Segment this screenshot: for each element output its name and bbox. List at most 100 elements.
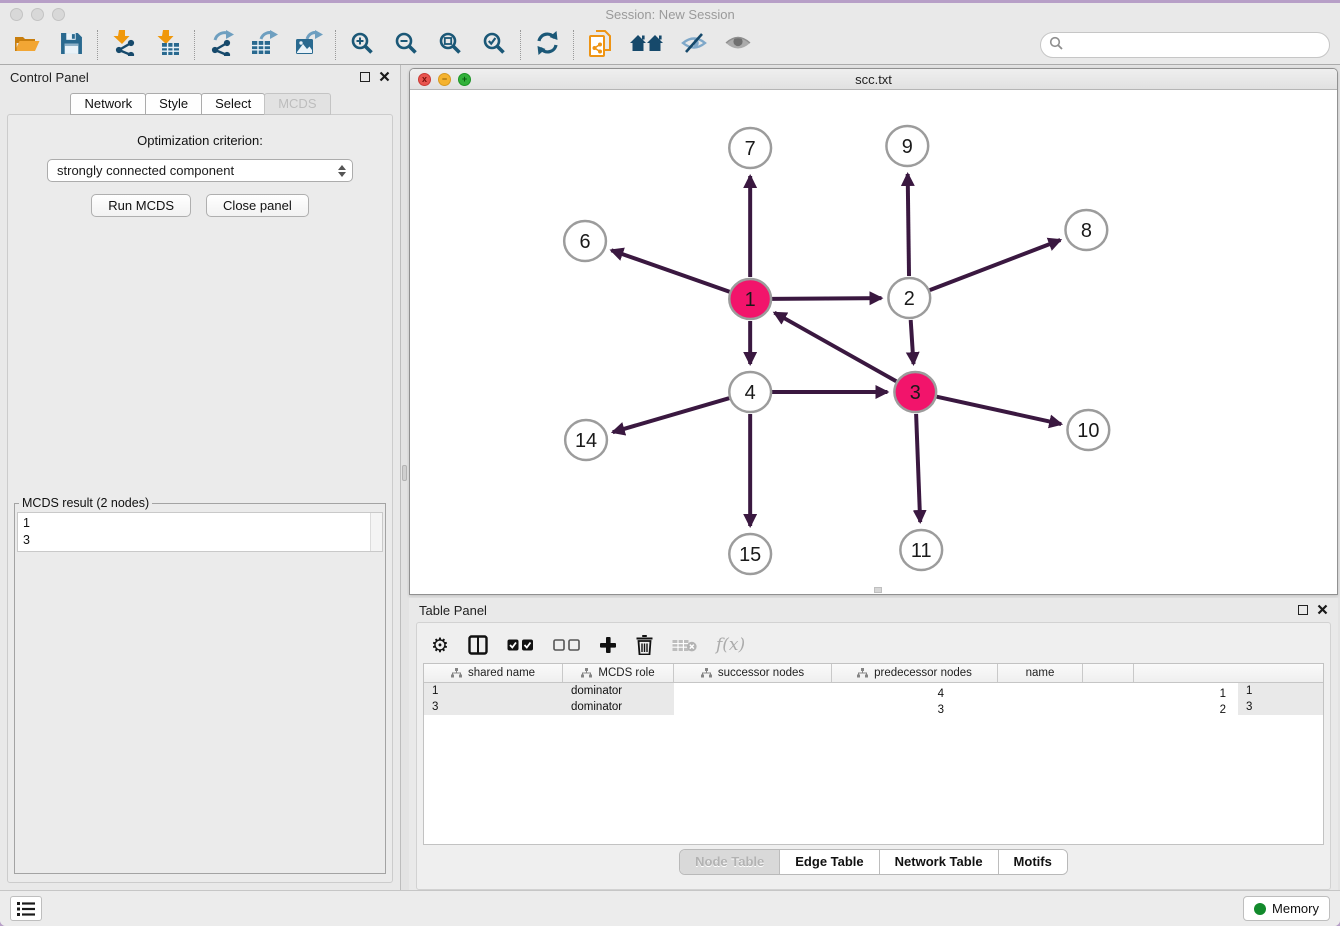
column-header-predecessor-nodes[interactable]: predecessor nodes — [832, 664, 998, 682]
column-header-name[interactable]: name — [998, 664, 1083, 682]
graph-edge-3-11[interactable] — [916, 414, 920, 522]
function-builder-button[interactable]: f(x) — [716, 635, 745, 655]
search-box[interactable] — [1040, 32, 1330, 58]
export-network-icon — [208, 30, 235, 59]
task-history-button[interactable] — [10, 896, 42, 921]
zoom-out-icon — [394, 31, 418, 58]
memory-status-icon — [1254, 903, 1266, 915]
node-table-header: shared name MCDS role successor nodes — [424, 664, 1323, 683]
hide-selected-button[interactable] — [677, 29, 711, 61]
select-all-checkboxes-button[interactable] — [507, 639, 534, 651]
graph-edge-1-2[interactable] — [772, 298, 881, 299]
toggle-panes-button[interactable] — [468, 635, 488, 655]
list-icon — [17, 902, 35, 916]
node-table: shared name MCDS role successor nodes — [423, 663, 1324, 845]
result-scrollbar[interactable] — [370, 513, 382, 551]
float-panel-icon[interactable] — [1298, 605, 1308, 615]
mcds-tab-panel: Optimization criterion: strongly connect… — [7, 114, 393, 883]
tab-network-table[interactable]: Network Table — [880, 850, 999, 874]
column-header-successor-nodes[interactable]: successor nodes — [674, 664, 832, 682]
graph-node-label: 10 — [1077, 420, 1099, 442]
show-all-button[interactable] — [721, 29, 755, 61]
save-floppy-icon — [60, 32, 83, 58]
graph-node-label: 6 — [580, 231, 591, 253]
export-image-button[interactable] — [292, 29, 326, 61]
table-row[interactable]: 1 dominator 4 1 1 — [424, 683, 1323, 699]
graph-edge-3-10[interactable] — [937, 397, 1061, 424]
graph-node-label: 7 — [745, 138, 756, 160]
zoom-fit-button[interactable] — [433, 29, 467, 61]
network-window-title: scc.txt — [410, 72, 1337, 87]
divider-grip[interactable] — [402, 465, 407, 481]
memory-label: Memory — [1272, 901, 1319, 916]
tab-style[interactable]: Style — [145, 93, 202, 115]
control-panel-header: Control Panel — [0, 65, 400, 89]
canvas-scroll-grip[interactable] — [874, 587, 882, 593]
mcds-result-title: MCDS result (2 nodes) — [19, 496, 152, 510]
import-network-icon — [111, 30, 137, 59]
import-table-icon — [155, 30, 181, 59]
open-session-button[interactable] — [10, 29, 44, 61]
zoom-in-button[interactable] — [345, 29, 379, 61]
zoom-selected-icon — [482, 31, 506, 58]
zoom-out-button[interactable] — [389, 29, 423, 61]
export-table-button[interactable] — [248, 29, 282, 61]
memory-button[interactable]: Memory — [1243, 896, 1330, 921]
shared-column-icon — [451, 668, 462, 678]
graph-edge-2-3[interactable] — [911, 320, 914, 364]
mcds-result-list: 1 3 — [18, 513, 370, 551]
graph-node-label: 15 — [739, 544, 761, 566]
panel-divider[interactable] — [400, 65, 407, 890]
import-table-button[interactable] — [151, 29, 185, 61]
toolbar-separator — [97, 30, 98, 60]
copy-network-button[interactable] — [583, 29, 617, 61]
add-column-button[interactable] — [599, 636, 617, 654]
cell-name: 1 — [1238, 683, 1323, 699]
refresh-view-button[interactable] — [530, 29, 564, 61]
graph-node-label: 11 — [911, 540, 932, 562]
column-header-mcds-role[interactable]: MCDS role — [563, 664, 674, 682]
close-panel-button[interactable]: Close panel — [206, 194, 309, 217]
close-panel-icon[interactable] — [379, 70, 390, 85]
control-panel-tabs: Network Style Select MCDS — [0, 93, 400, 115]
tab-motifs[interactable]: Motifs — [999, 850, 1067, 874]
graph-edge-2-9[interactable] — [908, 174, 909, 276]
tab-select[interactable]: Select — [201, 93, 265, 115]
tab-network[interactable]: Network — [70, 93, 146, 115]
network-canvas[interactable]: 1234678910111415 — [410, 90, 1337, 594]
zoom-selected-button[interactable] — [477, 29, 511, 61]
select-stepper-icon — [338, 165, 346, 177]
search-input[interactable] — [1067, 37, 1329, 52]
column-header-stub — [1083, 664, 1134, 682]
graph-node-label: 1 — [745, 289, 756, 311]
deselect-all-checkboxes-button[interactable] — [553, 639, 580, 651]
export-network-button[interactable] — [204, 29, 238, 61]
criterion-select[interactable]: strongly connected component — [47, 159, 353, 182]
table-toolbar: ⚙ — [423, 627, 1324, 663]
cell-shared-name: 1 — [424, 683, 563, 699]
column-settings-button[interactable]: ⚙ — [431, 633, 449, 658]
graph-edge-3-1[interactable] — [774, 313, 896, 382]
shared-column-icon — [581, 668, 592, 678]
graph-node-label: 14 — [575, 430, 597, 452]
close-panel-icon[interactable] — [1317, 603, 1328, 618]
cell-predecessor-nodes: 2 — [956, 699, 1238, 715]
cell-mcds-role: dominator — [563, 683, 674, 699]
delete-table-button[interactable] — [672, 638, 697, 653]
float-panel-icon[interactable] — [360, 72, 370, 82]
graph-edge-1-6[interactable] — [611, 250, 729, 292]
column-header-shared-name[interactable]: shared name — [424, 664, 563, 682]
graph-edge-4-14[interactable] — [613, 398, 729, 432]
save-session-button[interactable] — [54, 29, 88, 61]
app-window: Session: New Session — [0, 3, 1340, 926]
tab-mcds[interactable]: MCDS — [264, 93, 330, 115]
import-network-button[interactable] — [107, 29, 141, 61]
run-mcds-button[interactable]: Run MCDS — [91, 194, 191, 217]
table-row[interactable]: 3 dominator 3 2 3 — [424, 699, 1323, 715]
tab-edge-table[interactable]: Edge Table — [780, 850, 879, 874]
network-window-titlebar: x − + scc.txt — [410, 69, 1337, 90]
first-neighbors-button[interactable] — [627, 29, 667, 61]
graph-edge-2-8[interactable] — [930, 240, 1061, 290]
tab-node-table[interactable]: Node Table — [680, 850, 780, 874]
delete-column-button[interactable] — [636, 635, 653, 655]
